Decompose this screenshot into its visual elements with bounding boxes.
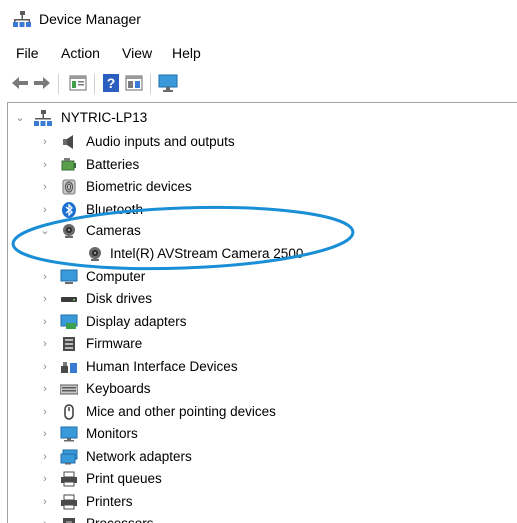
network-adapter-icon xyxy=(60,449,78,465)
menu-action[interactable]: Action xyxy=(61,44,100,62)
tree-item-cameras[interactable]: ⌄ Cameras xyxy=(8,220,517,242)
monitor-icon xyxy=(60,426,78,442)
expand-chevron-icon[interactable]: › xyxy=(40,491,50,513)
tree-item-bluetooth[interactable]: › Bluetooth xyxy=(8,199,517,221)
category-label: Processors xyxy=(86,513,154,523)
tree-item-network-adapters[interactable]: › Network adapters xyxy=(8,446,517,468)
category-label: Bluetooth xyxy=(86,202,144,217)
category-label: Network adapters xyxy=(86,449,192,464)
hid-icon xyxy=(61,362,77,373)
display-adapter-icon xyxy=(60,314,78,329)
device-manager-window: Device Manager File Action View Help ? ⌄… xyxy=(0,0,517,523)
menu-file[interactable]: File xyxy=(16,44,39,62)
forward-arrow-icon[interactable] xyxy=(32,73,52,93)
category-label: Printers xyxy=(86,494,133,509)
keyboard-icon xyxy=(60,384,78,395)
expand-chevron-icon[interactable]: › xyxy=(40,513,50,523)
expand-chevron-icon[interactable]: › xyxy=(40,378,50,400)
expand-chevron-icon[interactable]: › xyxy=(40,266,50,288)
help-icon[interactable]: ? xyxy=(101,73,121,93)
expand-chevron-icon[interactable]: › xyxy=(40,333,50,355)
device-label: Intel(R) AVStream Camera 2500 xyxy=(110,246,304,261)
title-bar: Device Manager xyxy=(0,0,517,40)
update-driver-icon[interactable] xyxy=(124,73,144,93)
firmware-icon xyxy=(63,337,75,351)
tree-item-firmware[interactable]: › Firmware xyxy=(8,333,517,355)
tree-item-monitors[interactable]: › Monitors xyxy=(8,423,517,445)
category-label: Batteries xyxy=(86,157,140,172)
expand-chevron-icon[interactable]: › xyxy=(40,176,50,198)
tree-item-batteries[interactable]: › Batteries xyxy=(8,154,517,176)
category-label: Keyboards xyxy=(86,381,151,396)
tree-item-printers[interactable]: › Printers xyxy=(8,491,517,513)
back-arrow-icon[interactable] xyxy=(10,73,30,93)
category-label: Disk drives xyxy=(86,291,153,306)
category-label: Mice and other pointing devices xyxy=(86,404,276,419)
computer-icon xyxy=(60,269,78,284)
monitor-scan-icon[interactable] xyxy=(158,73,178,93)
toolbar-separator xyxy=(58,74,59,94)
expand-chevron-icon[interactable]: › xyxy=(40,401,50,423)
tree-item-display-adapters[interactable]: › Display adapters xyxy=(8,311,517,333)
category-label: Print queues xyxy=(86,471,162,486)
collapse-chevron-icon[interactable]: ⌄ xyxy=(40,220,50,242)
menu-help[interactable]: Help xyxy=(172,44,201,62)
tree-item-audio[interactable]: › Audio inputs and outputs xyxy=(8,131,517,153)
window-title: Device Manager xyxy=(39,11,141,27)
category-label: Firmware xyxy=(86,336,143,351)
mouse-icon xyxy=(64,404,74,420)
tree-root[interactable]: ⌄ NYTRIC-LP13 xyxy=(8,107,517,129)
device-manager-icon xyxy=(13,11,31,27)
toolbar: ? xyxy=(0,70,517,98)
category-label: Computer xyxy=(86,269,146,284)
expand-chevron-icon[interactable]: › xyxy=(40,154,50,176)
speaker-icon xyxy=(63,135,73,149)
category-label: Human Interface Devices xyxy=(86,359,238,374)
tree-item-disk-drives[interactable]: › Disk drives xyxy=(8,288,517,310)
printer-icon xyxy=(61,494,77,510)
printer-icon xyxy=(61,471,77,487)
computer-tree-icon xyxy=(34,110,52,126)
expand-chevron-icon[interactable]: › xyxy=(40,311,50,333)
webcam-icon xyxy=(63,224,75,238)
category-label: Monitors xyxy=(86,426,138,441)
category-label: Cameras xyxy=(86,223,141,238)
bluetooth-icon xyxy=(62,202,76,218)
root-label: NYTRIC-LP13 xyxy=(61,110,148,125)
expand-chevron-icon[interactable]: › xyxy=(40,288,50,310)
disk-drive-icon xyxy=(61,297,77,302)
category-label: Biometric devices xyxy=(86,179,192,194)
toolbar-separator xyxy=(150,74,151,94)
svg-text:?: ? xyxy=(107,75,116,91)
tree-item-processors[interactable]: › Processors xyxy=(8,513,517,523)
battery-icon xyxy=(61,158,76,171)
device-tree: ⌄ NYTRIC-LP13 › Audio inputs and outputs… xyxy=(7,102,517,523)
expand-chevron-icon[interactable]: › xyxy=(40,199,50,221)
tree-item-keyboards[interactable]: › Keyboards xyxy=(8,378,517,400)
toolbar-separator xyxy=(94,74,95,94)
category-label: Audio inputs and outputs xyxy=(86,134,235,149)
expand-chevron-icon[interactable]: › xyxy=(40,423,50,445)
tree-item-camera-device[interactable]: Intel(R) AVStream Camera 2500 xyxy=(8,243,517,265)
tree-item-computer[interactable]: › Computer xyxy=(8,266,517,288)
webcam-icon xyxy=(89,247,101,261)
tree-item-biometric[interactable]: › Biometric devices xyxy=(8,176,517,198)
processor-icon xyxy=(63,518,75,523)
properties-icon[interactable] xyxy=(68,73,88,93)
menu-view[interactable]: View xyxy=(122,44,152,62)
expand-chevron-icon[interactable]: › xyxy=(40,446,50,468)
fingerprint-icon xyxy=(62,179,76,195)
tree-item-hid[interactable]: › Human Interface Devices xyxy=(8,356,517,378)
category-label: Display adapters xyxy=(86,314,187,329)
collapse-chevron-icon[interactable]: ⌄ xyxy=(15,107,25,129)
tree-item-print-queues[interactable]: › Print queues xyxy=(8,468,517,490)
tree-item-mice[interactable]: › Mice and other pointing devices xyxy=(8,401,517,423)
expand-chevron-icon[interactable]: › xyxy=(40,356,50,378)
expand-chevron-icon[interactable]: › xyxy=(40,468,50,490)
expand-chevron-icon[interactable]: › xyxy=(40,131,50,153)
